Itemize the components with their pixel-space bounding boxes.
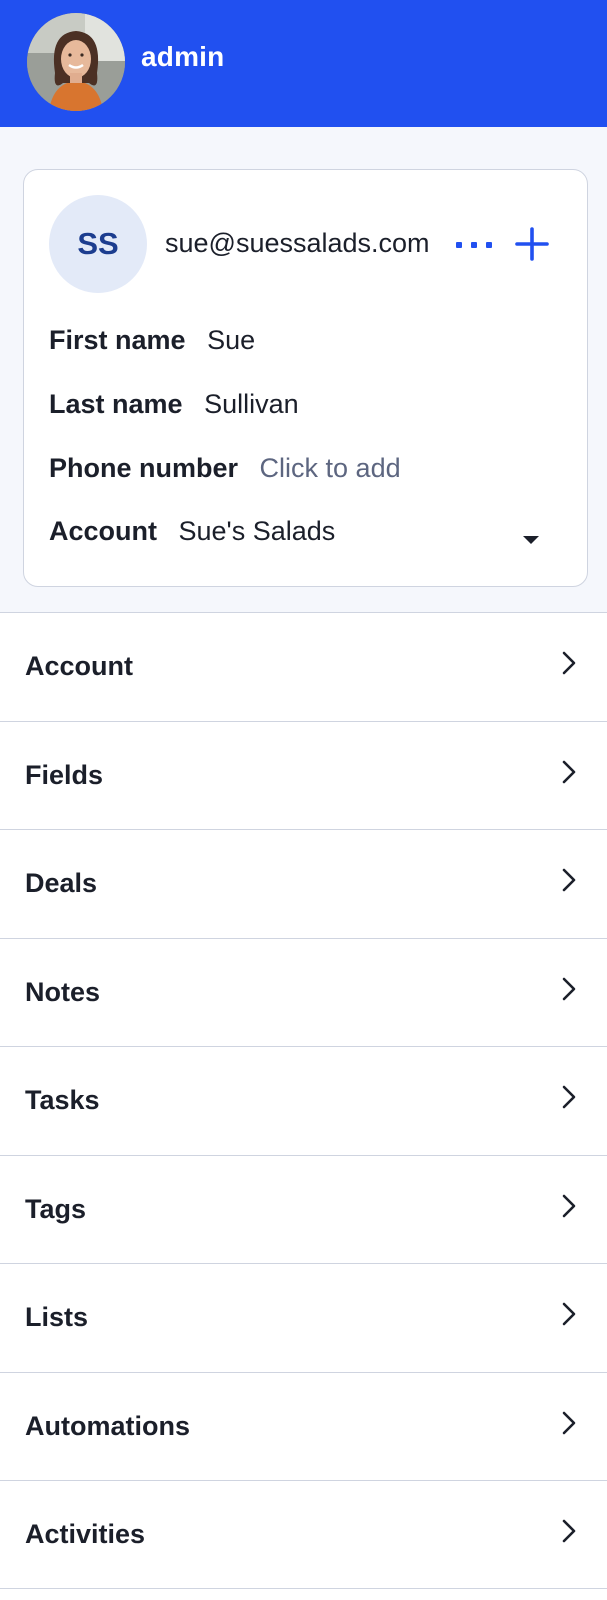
chevron-right-icon xyxy=(562,1302,576,1326)
phone-number-add[interactable]: Click to add xyxy=(260,453,401,483)
header-username: admin xyxy=(141,41,225,72)
nav-item-tags[interactable]: Tags xyxy=(0,1154,607,1263)
last-name-label: Last name xyxy=(49,389,183,419)
nav-item-fields[interactable]: Fields xyxy=(0,720,607,829)
user-avatar[interactable] xyxy=(27,13,125,111)
first-name-label: First name xyxy=(49,325,186,355)
nav-item-label: Lists xyxy=(25,1302,89,1332)
phone-number-label: Phone number xyxy=(49,453,239,483)
contact-email[interactable]: sue@suessalads.com xyxy=(165,228,430,259)
plus-icon[interactable] xyxy=(514,226,550,262)
account-row: Account Sue's Salads xyxy=(49,516,335,547)
more-horizontal-icon[interactable] xyxy=(456,230,492,260)
chevron-right-icon xyxy=(562,651,576,675)
nav-item-label: Activities xyxy=(25,1519,146,1549)
nav-item-label: Automations xyxy=(25,1410,190,1441)
chevron-right-icon xyxy=(562,868,576,892)
contact-nav-list: Account Fields Deals Notes Tasks Tags Li… xyxy=(0,612,607,1589)
chevron-right-icon xyxy=(562,977,576,1000)
nav-item-activities[interactable]: Activities xyxy=(0,1480,607,1589)
contact-card: SS sue@suessalads.com First name Sue Las… xyxy=(23,169,588,587)
nav-item-account[interactable]: Account xyxy=(0,612,607,721)
nav-item-label: Fields xyxy=(25,759,104,790)
nav-item-deals[interactable]: Deals xyxy=(0,829,607,938)
nav-item-label: Account xyxy=(25,651,133,681)
chevron-right-icon xyxy=(562,1194,576,1217)
account-select-value[interactable]: Sue's Salads xyxy=(179,516,336,546)
account-label: Account xyxy=(49,516,157,546)
nav-item-tasks[interactable]: Tasks xyxy=(0,1046,607,1155)
contact-initials-avatar: SS xyxy=(49,195,147,293)
nav-item-label: Notes xyxy=(25,976,101,1007)
first-name-row: First name Sue xyxy=(49,325,255,356)
nav-item-label: Tags xyxy=(25,1193,87,1224)
nav-item-lists[interactable]: Lists xyxy=(0,1263,607,1372)
chevron-right-icon xyxy=(562,1085,576,1109)
chevron-right-icon xyxy=(562,1519,576,1543)
chevron-right-icon xyxy=(562,1411,576,1434)
nav-item-label: Deals xyxy=(25,868,98,898)
dropdown-caret-icon[interactable] xyxy=(523,536,539,544)
user-avatar-photo xyxy=(27,13,125,111)
last-name-value[interactable]: Sullivan xyxy=(204,389,299,419)
nav-item-notes[interactable]: Notes xyxy=(0,937,607,1046)
first-name-value[interactable]: Sue xyxy=(207,325,255,355)
nav-item-label: Tasks xyxy=(25,1085,100,1115)
app-header: admin xyxy=(0,0,607,127)
nav-item-automations[interactable]: Automations xyxy=(0,1371,607,1480)
chevron-right-icon xyxy=(562,760,576,783)
last-name-row: Last name Sullivan xyxy=(49,389,299,420)
phone-number-row: Phone number Click to add xyxy=(49,453,401,484)
